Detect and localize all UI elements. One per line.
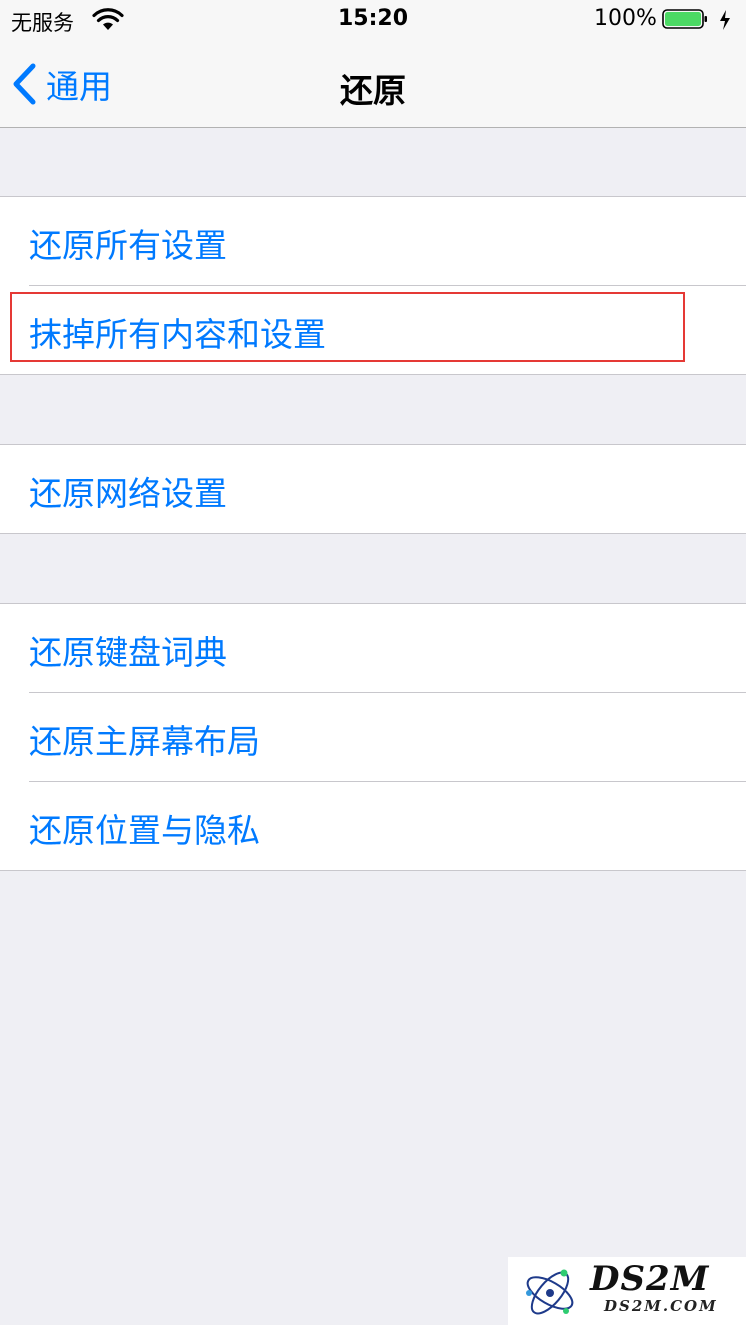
watermark-logo: DS2M DS2M.COM	[508, 1257, 746, 1325]
erase-all-content-and-settings-label: 抹掉所有内容和设置	[29, 315, 326, 354]
reset-home-screen-layout-cell[interactable]: 还原主屏幕布局	[0, 693, 746, 781]
status-bar: 无服务 15:20 100%	[0, 0, 746, 40]
settings-group-network: 还原网络设置	[0, 444, 746, 534]
navigation-bar: 通用 还原	[0, 40, 746, 128]
reset-keyboard-dictionary-label: 还原键盘词典	[29, 633, 227, 672]
reset-keyboard-dictionary-cell[interactable]: 还原键盘词典	[0, 604, 746, 692]
reset-all-settings-cell[interactable]: 还原所有设置	[0, 197, 746, 285]
reset-network-settings-cell[interactable]: 还原网络设置	[0, 445, 746, 533]
atom-logo-icon	[526, 1269, 574, 1315]
reset-home-screen-layout-label: 还原主屏幕布局	[29, 722, 260, 761]
battery-icon	[662, 9, 707, 29]
reset-location-privacy-label: 还原位置与隐私	[29, 811, 260, 850]
battery-percent: 100%	[594, 6, 657, 31]
erase-all-content-and-settings-cell[interactable]: 抹掉所有内容和设置	[0, 286, 746, 374]
settings-group-reset-all: 还原所有设置 抹掉所有内容和设置	[0, 196, 746, 375]
reset-network-settings-label: 还原网络设置	[29, 474, 227, 513]
reset-all-settings-label: 还原所有设置	[29, 226, 227, 265]
reset-location-privacy-cell[interactable]: 还原位置与隐私	[0, 782, 746, 870]
charging-bolt-icon	[720, 10, 730, 30]
settings-group-other-resets: 还原键盘词典 还原主屏幕布局 还原位置与隐私	[0, 603, 746, 871]
page-title: 还原	[340, 71, 406, 110]
watermark-subtitle: DS2M.COM	[604, 1297, 718, 1315]
watermark-title: DS2M	[590, 1259, 710, 1299]
battery-fill	[665, 12, 701, 26]
